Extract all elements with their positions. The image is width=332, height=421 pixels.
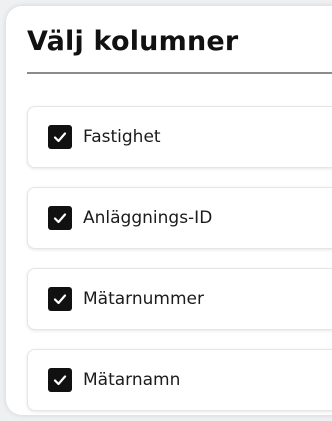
column-option-matarnummer[interactable]: Mätarnummer xyxy=(27,268,332,330)
dialog-title: Välj kolumner xyxy=(27,26,239,57)
column-option-label: Anläggnings-ID xyxy=(83,208,213,228)
column-option-fastighet[interactable]: Fastighet xyxy=(27,106,332,168)
column-option-label: Mätarnummer xyxy=(83,289,204,309)
column-option-label: Mätarnamn xyxy=(83,370,181,390)
column-option-list: Fastighet Anläggnings-ID Mätarnummer Mät… xyxy=(27,106,332,415)
checkbox-checked-icon[interactable] xyxy=(48,368,72,392)
checkbox-checked-icon[interactable] xyxy=(48,287,72,311)
column-option-label: Fastighet xyxy=(83,127,161,147)
checkbox-checked-icon[interactable] xyxy=(48,125,72,149)
checkbox-checked-icon[interactable] xyxy=(48,206,72,230)
column-option-matarnamn[interactable]: Mätarnamn xyxy=(27,349,332,411)
title-divider xyxy=(27,72,332,74)
column-option-anlaggnings-id[interactable]: Anläggnings-ID xyxy=(27,187,332,249)
column-picker-panel: Välj kolumner Fastighet Anläggnings-ID M… xyxy=(6,6,332,415)
